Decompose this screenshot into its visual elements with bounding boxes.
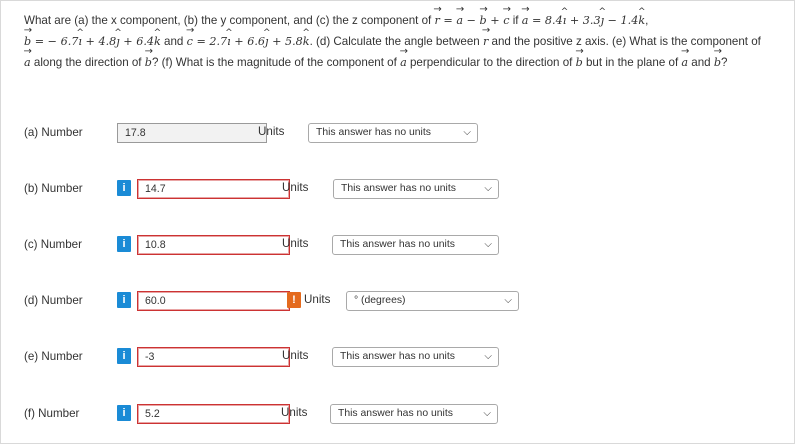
part-label: (f) Number <box>24 407 80 420</box>
symbol-b: b <box>145 52 152 73</box>
question-text: What are (a) the x component, (b) the y … <box>24 10 769 73</box>
units-select-value: This answer has no units <box>316 127 431 138</box>
question-text-part: and <box>160 35 187 48</box>
units-label: Units <box>282 349 309 362</box>
symbol-b: b <box>714 52 721 73</box>
units-select-value: This answer has no units <box>340 239 455 250</box>
part-label: (c) Number <box>24 238 82 251</box>
warning-icon[interactable]: ! <box>287 292 301 308</box>
answer-input-c[interactable]: 10.8 <box>137 235 290 255</box>
info-icon[interactable]: i <box>117 180 131 196</box>
info-icon[interactable]: i <box>117 236 131 252</box>
units-select-value: This answer has no units <box>338 408 453 419</box>
chevron-down-icon: ⌵ <box>463 127 471 138</box>
equation-b: b = − 6.7ı + 4.8ȷ + 6.4k <box>24 35 161 48</box>
units-select-value: ° (degrees) <box>354 295 406 306</box>
units-label: Units <box>304 293 331 306</box>
question-text-part: along the direction of <box>30 56 145 69</box>
info-icon[interactable]: i <box>117 348 131 364</box>
units-label: Units <box>258 125 285 138</box>
symbol-a: a <box>24 52 31 73</box>
units-label: Units <box>281 406 308 419</box>
answer-input-e[interactable]: -3 <box>137 347 290 367</box>
question-text-part: perpendicular to the direction of <box>406 56 576 69</box>
units-label: Units <box>282 181 309 194</box>
units-select-e[interactable]: This answer has no units ⌵ <box>332 347 499 367</box>
equation-a: a = 8.4ı + 3.3ȷ − 1.4k <box>522 14 645 27</box>
units-select-value: This answer has no units <box>341 183 456 194</box>
units-select-a[interactable]: This answer has no units ⌵ <box>308 123 478 143</box>
part-label: (e) Number <box>24 350 83 363</box>
chevron-down-icon: ⌵ <box>484 351 492 362</box>
part-label: (b) Number <box>24 182 83 195</box>
symbol-b: b <box>576 52 583 73</box>
answer-input-a[interactable]: 17.8 <box>117 123 267 143</box>
chevron-down-icon: ⌵ <box>483 408 491 419</box>
part-label: (d) Number <box>24 294 83 307</box>
units-select-b[interactable]: This answer has no units ⌵ <box>333 179 499 199</box>
question-text-part: if <box>509 14 522 27</box>
units-select-f[interactable]: This answer has no units ⌵ <box>330 404 498 424</box>
symbol-a: a <box>400 52 407 73</box>
symbol-r: r <box>483 31 488 52</box>
question-text-part: . (d) Calculate the angle between <box>309 35 483 48</box>
question-text-part: ? (f) What is the magnitude of the compo… <box>151 56 401 69</box>
units-select-d[interactable]: ° (degrees) ⌵ <box>346 291 519 311</box>
info-icon[interactable]: i <box>117 292 131 308</box>
chevron-down-icon: ⌵ <box>484 239 492 250</box>
units-select-c[interactable]: This answer has no units ⌵ <box>332 235 499 255</box>
equation-r: r = a − b + c <box>435 14 510 27</box>
units-label: Units <box>282 237 309 250</box>
info-icon[interactable]: i <box>117 405 131 421</box>
units-select-value: This answer has no units <box>340 351 455 362</box>
answer-input-f[interactable]: 5.2 <box>137 404 290 424</box>
symbol-a: a <box>681 52 688 73</box>
equation-c: c = 2.7ı + 6.6ȷ + 5.8k <box>187 35 310 48</box>
chevron-down-icon: ⌵ <box>504 295 512 306</box>
answer-input-b[interactable]: 14.7 <box>137 179 290 199</box>
chevron-down-icon: ⌵ <box>484 183 492 194</box>
part-label: (a) Number <box>24 126 83 139</box>
question-text-part: and <box>688 56 714 69</box>
question-text-part: but in the plane of <box>582 56 682 69</box>
answer-input-d[interactable]: 60.0 <box>137 291 290 311</box>
